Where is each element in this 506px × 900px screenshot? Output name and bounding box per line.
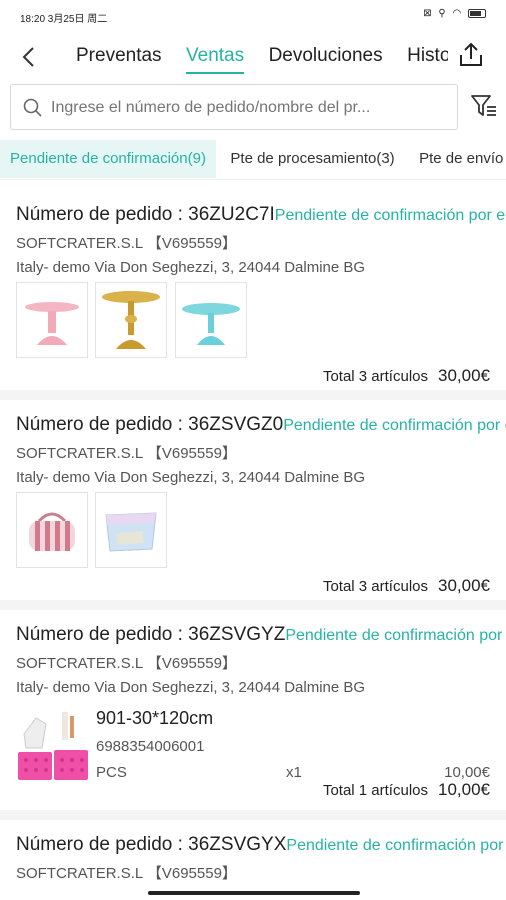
- delivery-address: Italy- demo Via Don Seghezzi, 3, 24044 D…: [16, 259, 366, 276]
- item-name: 901-30*120cm: [96, 708, 214, 728]
- system-icons: ⊠ ⚲ ◠: [423, 8, 464, 19]
- system-status-bar: 18:20 3月25日 周二 ⊠ ⚲ ◠: [0, 0, 506, 30]
- order-list: Número de pedido : 36ZU2C7IPendiente de …: [0, 190, 506, 900]
- chevron-left-icon: [22, 47, 34, 67]
- item-price: 10,00€: [444, 764, 490, 781]
- item-barcode: 6988354006001: [96, 738, 205, 755]
- total-amount: 30,00€: [438, 366, 490, 385]
- order-number-label: Número de pedido :: [16, 414, 189, 435]
- product-thumbnail[interactable]: [95, 282, 168, 358]
- back-button[interactable]: [14, 42, 44, 72]
- order-total: Total 3 artículos 30,00€: [323, 576, 490, 596]
- customer-name: SOFTCRATER.S.L 【V695559】: [16, 445, 237, 462]
- filter-icon: [471, 95, 496, 116]
- tab-pending-shipping[interactable]: Pte de envío: [409, 140, 506, 178]
- tab-historial[interactable]: Historial: [407, 44, 448, 76]
- tab-preventas[interactable]: Preventas: [76, 44, 162, 76]
- delivery-address: Italy- demo Via Don Seghezzi, 3, 24044 D…: [16, 679, 366, 696]
- order-number: 36ZSVGZ0: [188, 414, 284, 435]
- order-status: Pendiente de confirmación por el cliente: [286, 837, 506, 854]
- order-header: Número de pedido : 36ZSVGZ0Pendiente de …: [16, 414, 506, 440]
- pink-cake-stand-image: [25, 302, 79, 345]
- share-button[interactable]: [456, 40, 486, 70]
- product-thumbnail[interactable]: [16, 492, 88, 568]
- product-thumbnail: [16, 704, 90, 780]
- order-total: Total 3 artículos 30,00€: [323, 366, 490, 386]
- status-icons: ⊠ ⚲ ◠: [423, 8, 486, 19]
- order-total: Total 1 artículos 10,00€: [323, 780, 490, 800]
- order-card[interactable]: Número de pedido : 36ZSVGZ0Pendiente de …: [0, 400, 506, 610]
- order-status: Pendiente de confirmación por el cliente: [285, 627, 506, 644]
- striped-pouch-image: [29, 512, 75, 551]
- total-items: Total 1 artículos: [322, 782, 428, 799]
- tab-pending-confirmation[interactable]: Pendiente de confirmación(9): [0, 140, 216, 178]
- order-header: Número de pedido : 36ZSVGYXPendiente de …: [16, 834, 506, 860]
- search-input[interactable]: [51, 95, 449, 121]
- total-amount: 30,00€: [438, 576, 490, 595]
- item-quantity: x1: [286, 764, 302, 781]
- order-type-tabs: Preventas Ventas Devoluciones Historial: [76, 44, 448, 76]
- order-number-label: Número de pedido :: [16, 834, 189, 855]
- order-header: Número de pedido : 36ZSVGYZPendiente de …: [16, 624, 506, 650]
- product-thumbnails: [16, 282, 250, 358]
- order-number-label: Número de pedido :: [16, 204, 189, 225]
- filter-button[interactable]: [470, 92, 498, 120]
- product-thumbnail[interactable]: [95, 492, 168, 568]
- battery-icon: [468, 8, 486, 18]
- share-icon: [460, 42, 482, 66]
- total-items: Total 3 artículos: [322, 578, 428, 595]
- order-number: 36ZSVGYZ: [188, 624, 286, 645]
- order-card[interactable]: Número de pedido : 36ZU2C7IPendiente de …: [0, 190, 506, 400]
- item-unit: PCS: [96, 764, 127, 781]
- tab-pending-processing[interactable]: Pte de procesamiento(3): [220, 140, 404, 178]
- search-icon: [23, 98, 42, 117]
- silicone-mold-image: [18, 712, 88, 780]
- order-number-label: Número de pedido :: [16, 624, 189, 645]
- order-header: Número de pedido : 36ZU2C7IPendiente de …: [16, 204, 506, 230]
- total-amount: 10,00€: [438, 780, 490, 799]
- status-tabs: Pendiente de confirmación(9) Pte de proc…: [0, 140, 506, 180]
- home-indicator[interactable]: [148, 891, 360, 895]
- blue-cake-stand-image: [181, 303, 240, 345]
- order-card[interactable]: Número de pedido : 36ZSVGYZPendiente de …: [0, 610, 506, 820]
- tab-ventas[interactable]: Ventas: [186, 44, 245, 76]
- order-number: 36ZU2C7I: [188, 204, 275, 225]
- tab-devoluciones[interactable]: Devoluciones: [269, 44, 383, 76]
- holographic-pouch-image: [105, 512, 158, 552]
- top-navigation: Preventas Ventas Devoluciones Historial: [0, 34, 506, 80]
- search-bar: [10, 84, 458, 130]
- customer-name: SOFTCRATER.S.L 【V695559】: [16, 865, 237, 882]
- product-thumbnail[interactable]: [16, 282, 88, 358]
- gold-cake-stand-image: [102, 291, 161, 349]
- order-status: Pendiente de confirmación por el cliente: [283, 417, 506, 434]
- delivery-address: Italy- demo Via Don Seghezzi, 3, 24044 D…: [16, 469, 366, 486]
- order-number: 36ZSVGYX: [188, 834, 287, 855]
- status-time: 18:20 3月25日 周二: [20, 14, 108, 25]
- order-card[interactable]: Número de pedido : 36ZSVGYXPendiente de …: [0, 820, 506, 900]
- product-thumbnail[interactable]: [174, 282, 247, 358]
- customer-name: SOFTCRATER.S.L 【V695559】: [16, 655, 237, 672]
- total-items: Total 3 artículos: [322, 368, 428, 385]
- order-status: Pendiente de confirmación por el cliente: [274, 207, 506, 224]
- customer-name: SOFTCRATER.S.L 【V695559】: [16, 235, 237, 252]
- product-thumbnails: [16, 492, 170, 568]
